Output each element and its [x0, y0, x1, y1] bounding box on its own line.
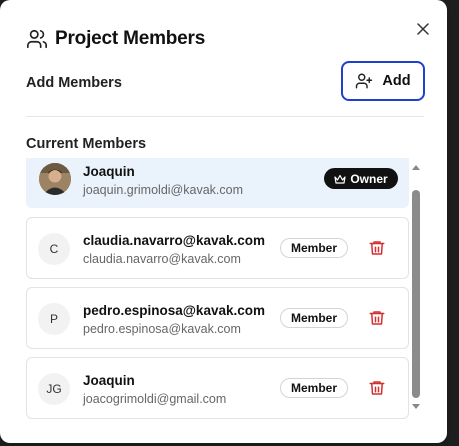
scroll-thumb[interactable] — [412, 190, 420, 398]
trash-icon[interactable] — [368, 309, 386, 327]
user-photo-icon — [39, 163, 71, 195]
add-button-label: Add — [382, 73, 411, 89]
add-members-label: Add Members — [26, 75, 122, 91]
member-email: joacogrimoldi@gmail.com — [83, 392, 227, 406]
add-member-button[interactable]: Add — [341, 61, 425, 101]
close-button[interactable] — [413, 19, 433, 39]
member-name: pedro.espinosa@kavak.com — [83, 303, 265, 318]
member-row: C claudia.navarro@kavak.com claudia.nava… — [26, 217, 409, 279]
member-email: pedro.espinosa@kavak.com — [83, 322, 241, 336]
owner-badge: Owner — [324, 168, 398, 189]
members-scrollbar[interactable] — [409, 162, 423, 412]
users-icon — [27, 29, 47, 49]
close-icon — [417, 23, 429, 35]
member-email: joaquin.grimoldi@kavak.com — [83, 183, 243, 197]
member-row: JG Joaquin joacogrimoldi@gmail.com Membe… — [26, 357, 409, 419]
member-row: P pedro.espinosa@kavak.com pedro.espinos… — [26, 287, 409, 349]
member-row-owner: Joaquin joaquin.grimoldi@kavak.com Owner — [26, 158, 409, 208]
member-email: claudia.navarro@kavak.com — [83, 252, 241, 266]
avatar — [39, 163, 71, 195]
crown-icon — [334, 174, 346, 184]
user-plus-icon — [356, 73, 373, 89]
avatar: P — [38, 303, 70, 335]
member-name: claudia.navarro@kavak.com — [83, 233, 266, 248]
avatar: JG — [38, 373, 70, 405]
trash-icon[interactable] — [368, 379, 386, 397]
trash-icon[interactable] — [368, 239, 386, 257]
role-badge: Member — [280, 378, 348, 398]
role-badge: Member — [280, 308, 348, 328]
scroll-up-arrow-icon[interactable] — [412, 165, 420, 170]
current-members-label: Current Members — [26, 136, 147, 152]
member-name: Joaquin — [83, 373, 135, 388]
section-divider — [26, 116, 424, 117]
scroll-down-arrow-icon[interactable] — [412, 404, 420, 409]
dialog-header: Project Members — [26, 28, 205, 50]
member-name: Joaquin — [83, 164, 135, 179]
dialog-title: Project Members — [55, 28, 206, 49]
avatar: C — [38, 233, 70, 265]
role-badge: Member — [280, 238, 348, 258]
members-list: Joaquin joaquin.grimoldi@kavak.com Owner… — [26, 158, 409, 420]
project-members-dialog: Project Members Add Members Add Current … — [0, 0, 447, 443]
owner-badge-label: Owner — [350, 171, 388, 186]
